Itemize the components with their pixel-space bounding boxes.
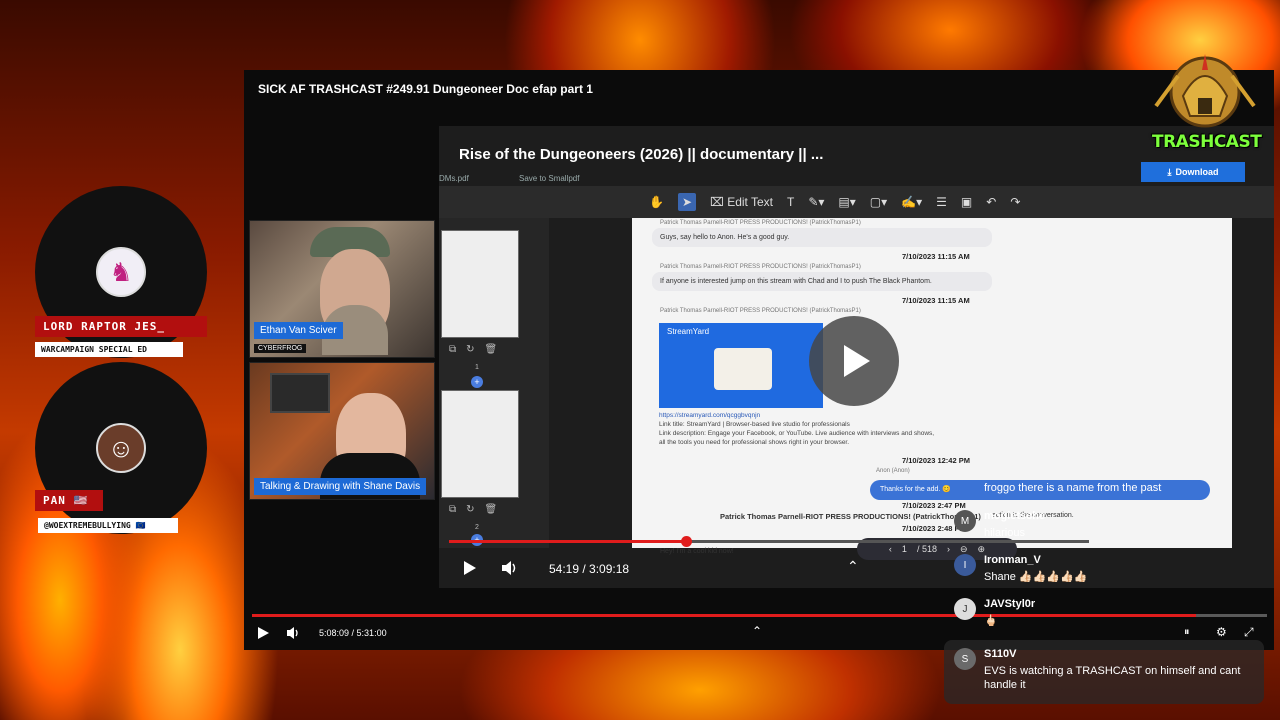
play-icon — [844, 345, 870, 377]
inner-time-total: 3:09:18 — [589, 562, 630, 576]
trashcast-logo: TRASHCAST — [1148, 46, 1262, 178]
edit-text-button[interactable]: ⌧ Edit Text — [710, 195, 773, 209]
thumb-tools-1: ⧉ ↻ 🗑 — [449, 344, 509, 355]
live-chat-overlay: froggo there is a name from the past M m… — [944, 474, 1264, 704]
webcam-ethan-name: Ethan Van Sciver — [254, 322, 343, 339]
message-bubble: If anyone is interested jump on this str… — [652, 272, 992, 291]
chat-avatar: J — [954, 598, 976, 620]
cursor-icon[interactable]: ➤ — [677, 193, 697, 211]
chat-author[interactable]: JAVStyl0r — [984, 598, 1035, 610]
patrick-line: Patrick Thomas Parnell-RIOT PRESS PRODUC… — [720, 512, 981, 521]
user2-sub-tag: @WOEXTREMEBULLYING 🇪🇺 — [38, 518, 178, 533]
link-url[interactable]: https://streamyard.com/qcggbvqnjn — [659, 411, 999, 420]
message-author: Patrick Thomas Parnell-RIOT PRESS PRODUC… — [660, 264, 861, 270]
chat-message-text: froggo there is a name from the past — [984, 482, 1162, 494]
message-author: Patrick Thomas Parnell-RIOT PRESS PRODUC… — [660, 220, 861, 226]
helmet-emblem — [1154, 54, 1256, 128]
streamyard-photo — [714, 348, 772, 390]
edit-text-label: Edit Text — [727, 195, 773, 209]
thumbnail-page-1[interactable] — [441, 230, 519, 338]
message-time: 7/10/2023 11:15 AM — [902, 252, 970, 261]
rotate-icon[interactable]: ↻ — [466, 504, 474, 515]
inner-volume-icon[interactable] — [501, 560, 519, 576]
webcam-ethan: Ethan Van Sciver CYBERFROG — [249, 220, 435, 358]
inner-time-current: 54:19 — [549, 562, 580, 576]
copy-icon[interactable]: ⧉ — [449, 504, 456, 515]
inner-progress-knob[interactable] — [680, 536, 692, 547]
inner-chevron-up-icon[interactable]: ⌃ — [847, 558, 859, 575]
trash-icon[interactable]: 🗑 — [485, 504, 498, 515]
message-author: Patrick Thomas Parnell-RIOT PRESS PRODUC… — [660, 308, 861, 314]
outer-time: 5:08:09 / 5:31:00 — [319, 628, 387, 638]
thumb-page-number: 1 — [475, 364, 479, 371]
big-play-button[interactable] — [809, 316, 899, 406]
add-page-icon[interactable]: + — [471, 376, 483, 388]
streamyard-brand: StreamYard — [667, 327, 710, 336]
rotate-icon[interactable]: ↻ — [466, 344, 474, 355]
webcam-shane-name: Talking & Drawing with Shane Davis — [254, 478, 427, 495]
chat-author[interactable]: S110V — [984, 648, 1016, 660]
save-to-smallpdf-link[interactable]: Save to Smallpdf — [519, 174, 579, 183]
webcam-ethan-sub: CYBERFROG — [254, 344, 307, 353]
sign-icon[interactable]: ✍▾ — [901, 195, 922, 209]
streamyard-card: StreamYard — [659, 323, 823, 408]
chat-author[interactable]: Ironman_V — [984, 554, 1041, 566]
link-desc-2: all the tools you need for professional … — [659, 439, 850, 446]
trash-icon[interactable]: 🗑 — [485, 344, 498, 355]
thumbnail-page-2[interactable] — [441, 390, 519, 498]
edit-text-icon: ⌧ — [710, 195, 728, 209]
chat-avatar: M — [954, 510, 976, 532]
link-preview: https://streamyard.com/qcggbvqnjn Link t… — [659, 411, 999, 447]
inner-time: 54:19 / 3:09:18 — [549, 562, 630, 576]
message-time: 7/10/2023 12:42 PM — [902, 456, 970, 465]
thumbnail-panel: ⧉↻🗑 1 + ⧉↻🗑 2 + — [439, 218, 549, 548]
inner-play-icon[interactable] — [461, 560, 477, 576]
chat-avatar: S — [954, 648, 976, 670]
highlight-icon[interactable]: ▤▾ — [838, 195, 855, 209]
pdf-toolbar: ✋ ➤ ⌧ Edit Text T ✎▾ ▤▾ ▢▾ ✍▾ ☰ ▣ ↶ ↷ — [439, 186, 1274, 218]
user2-name-tag: PAN 🇺🇸 — [35, 490, 103, 511]
chat-author[interactable]: mogietsche — [984, 510, 1045, 522]
text-tool-icon[interactable]: T — [787, 195, 794, 209]
outer-volume-icon[interactable] — [286, 626, 302, 640]
undo-icon[interactable]: ↶ — [986, 195, 996, 209]
copy-icon[interactable]: ⧉ — [449, 344, 456, 355]
message-bubble: Guys, say hello to Anon. He's a good guy… — [652, 228, 992, 247]
shape-icon[interactable]: ▢▾ — [870, 195, 887, 209]
outer-chevron-up-icon[interactable]: ⌃ — [752, 624, 762, 638]
webcam-shane: Talking & Drawing with Shane Davis — [249, 362, 435, 500]
user2-avatar: ☺ — [96, 423, 146, 473]
outer-play-icon[interactable] — [256, 626, 270, 640]
outer-time-current: 5:08:09 — [319, 628, 350, 638]
hand-icon[interactable]: ✋ — [649, 195, 664, 209]
logo-text: TRASHCAST — [1152, 132, 1262, 152]
user1-avatar: ♞ — [96, 247, 146, 297]
link-title: Link title: StreamYard | Browser-based l… — [659, 421, 850, 428]
chat-text: EVS is watching a TRASHCAST on himself a… — [984, 665, 1241, 691]
outer-time-total: 5:31:00 — [356, 628, 387, 638]
user1-sub-tag: WARCAMPAIGN SPECIAL ED — [35, 342, 183, 357]
link-desc-1: Link description: Engage your Facebook, … — [659, 430, 935, 437]
inner-progress-fill — [449, 540, 686, 543]
redo-icon[interactable]: ↷ — [1010, 195, 1020, 209]
thumb-tools-2: ⧉ ↻ 🗑 — [449, 504, 509, 515]
chat-text: Shane 👍🏻👍🏻👍🏻👍🏻👍🏻 — [984, 571, 1088, 583]
forms-icon[interactable]: ☰ — [936, 195, 947, 209]
user1-name-tag: LORD RAPTOR JES_ — [35, 316, 207, 337]
inner-video-title: Rise of the Dungeoneers (2026) || docume… — [459, 146, 824, 163]
pen-icon[interactable]: ✎▾ — [808, 195, 824, 209]
video-title: SICK AF TRASHCAST #249.91 Dungeoneer Doc… — [258, 82, 593, 96]
anon-label: Anon (Anon) — [876, 468, 910, 474]
pdf-filename: DMs.pdf — [439, 174, 469, 183]
chat-text: hilarious — [984, 527, 1025, 539]
chat-text: 🖕🏻 — [984, 615, 998, 627]
thumb-page-number: 2 — [475, 524, 479, 531]
monitor-shape — [270, 373, 330, 413]
image-icon[interactable]: ▣ — [961, 195, 972, 209]
chat-avatar: I — [954, 554, 976, 576]
message-time: 7/10/2023 11:15 AM — [902, 296, 970, 305]
